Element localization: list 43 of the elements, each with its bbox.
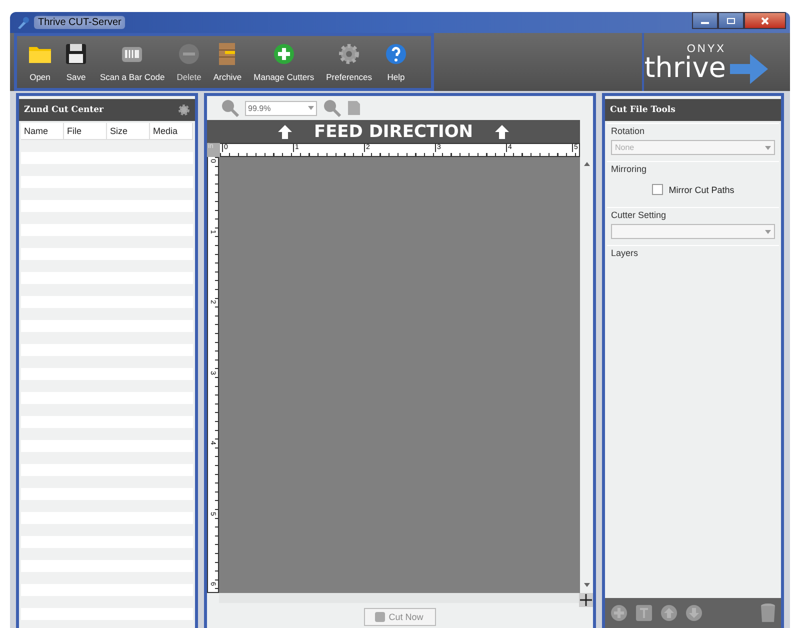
feed-direction-banner: FEED DIRECTION: [207, 120, 580, 143]
scroll-down-icon[interactable]: [584, 583, 590, 587]
toolbar-button[interactable]: Manage Cutters: [248, 42, 320, 82]
panel-title: Cut File Tools: [610, 105, 676, 115]
settings-icon[interactable]: [178, 104, 190, 116]
app-icon: [16, 16, 30, 30]
up-arrow-icon: [495, 124, 510, 138]
up-arrow-icon: [278, 124, 292, 138]
settings-icon: [337, 42, 362, 66]
close-button[interactable]: [744, 12, 786, 29]
toolbar-button[interactable]: Open: [23, 42, 57, 82]
maximize-button[interactable]: [718, 12, 744, 29]
toolbar-button[interactable]: Help: [378, 42, 413, 82]
zoom-dropdown[interactable]: 99.9%: [245, 100, 317, 116]
toolbar-button[interactable]: Save: [59, 42, 93, 82]
page-icon[interactable]: [347, 100, 361, 116]
column-header[interactable]: File: [64, 123, 107, 139]
minus-circle-icon: [177, 42, 202, 66]
section-label: Mirroring: [611, 164, 648, 174]
scroll-up-icon[interactable]: [584, 162, 590, 166]
section-label: Cutter Setting: [611, 210, 668, 220]
column-header[interactable]: Size: [107, 123, 150, 139]
pan-icon[interactable]: [579, 593, 593, 607]
toolbar-button[interactable]: Scan a Bar Code: [95, 42, 170, 82]
plus-circle-icon: [272, 42, 296, 66]
close-icon: [760, 16, 770, 24]
maximize-icon: [726, 16, 736, 24]
toolbar-button[interactable]: Archive: [208, 42, 247, 82]
section-label: Layers: [611, 248, 640, 258]
column-header[interactable]: Name: [21, 123, 64, 139]
zoom-out-icon[interactable]: [221, 99, 239, 117]
section-label: Rotation: [611, 126, 646, 136]
zoom-in-icon[interactable]: [323, 99, 341, 117]
caret-icon: [765, 230, 771, 234]
mirror-checkbox[interactable]: Mirror Cut Paths: [652, 178, 734, 201]
toolbar-button[interactable]: Preferences: [321, 42, 377, 82]
help-icon: [384, 42, 408, 66]
cutter-setting-dropdown[interactable]: [611, 224, 775, 239]
column-header[interactable]: Media: [150, 123, 193, 139]
caret-icon: [765, 146, 771, 150]
panel-title: Zund Cut Center: [24, 105, 104, 115]
minimize-button[interactable]: [692, 12, 718, 29]
caret-icon: [308, 106, 314, 110]
